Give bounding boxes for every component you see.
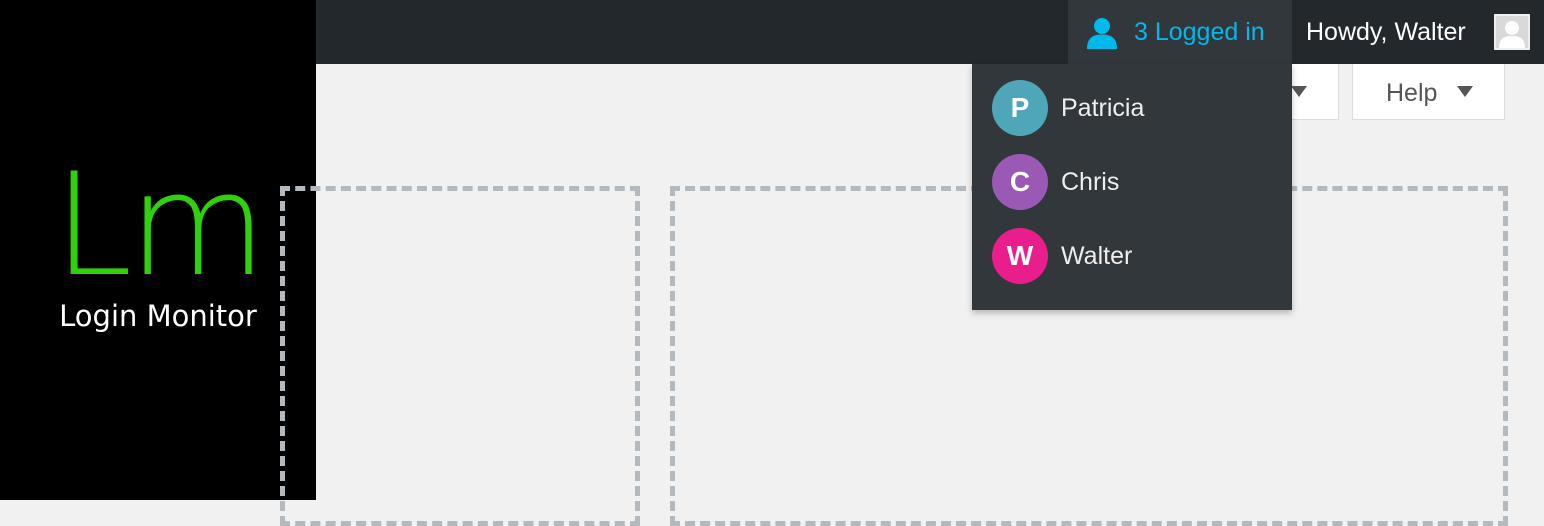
logged-in-users-dropdown: P Patricia C Chris W Walter xyxy=(972,64,1292,310)
caret-down-icon xyxy=(1457,86,1473,97)
user-initial-avatar: W xyxy=(992,228,1048,284)
user-initial-avatar: P xyxy=(992,80,1048,136)
default-avatar-icon[interactable] xyxy=(1494,14,1530,50)
brand-panel: Lm Login Monitor xyxy=(0,0,316,500)
logged-in-user-item[interactable]: P Patricia xyxy=(992,80,1282,136)
brand-logo: Lm xyxy=(53,143,266,308)
logged-in-count[interactable]: 3 Logged in xyxy=(1134,15,1265,49)
user-name: Chris xyxy=(1061,168,1120,196)
help-label: Help xyxy=(1386,79,1438,107)
user-name: Patricia xyxy=(1061,94,1145,122)
caret-down-icon xyxy=(1291,86,1307,97)
user-name: Walter xyxy=(1061,242,1133,270)
brand-name: Login Monitor xyxy=(59,299,257,333)
logged-in-user-item[interactable]: C Chris xyxy=(992,154,1282,210)
dashboard-dropzone-left xyxy=(280,186,640,526)
person-icon xyxy=(1086,17,1118,49)
logged-in-user-item[interactable]: W Walter xyxy=(992,228,1282,284)
logged-in-menu[interactable]: 3 Logged in xyxy=(1068,0,1292,64)
howdy-greeting[interactable]: Howdy, Walter xyxy=(1306,15,1466,49)
help-button[interactable]: Help xyxy=(1352,64,1505,120)
user-initial-avatar: C xyxy=(992,154,1048,210)
